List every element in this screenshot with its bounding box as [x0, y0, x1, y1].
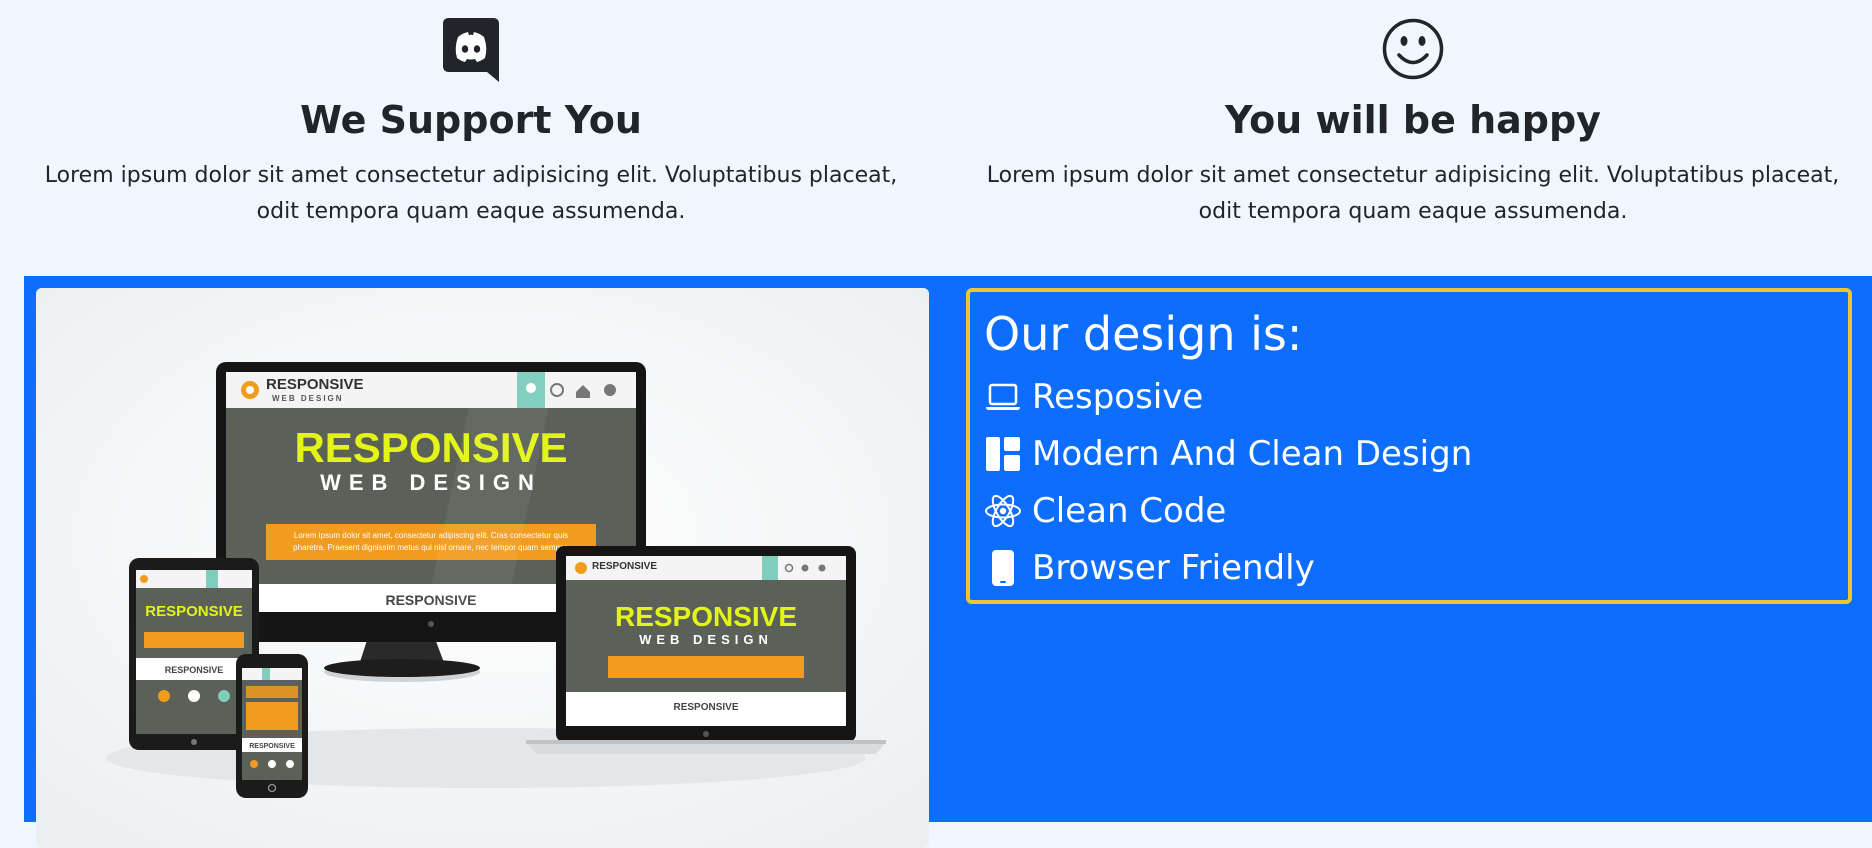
design-item-label: Browser Friendly [1032, 547, 1315, 588]
phone-section-text: RESPONSIVE [249, 743, 295, 750]
banner-line-2: pharetra. Praesent dignissim metus qui n… [293, 543, 569, 552]
tablet-section-text: RESPONSIVE [165, 665, 224, 675]
list-item: Modern And Clean Design [984, 425, 1848, 482]
laptop-headline-text: RESPONSIVE [615, 601, 797, 632]
design-list: Resposive Modern And Clean Design Clean … [984, 368, 1848, 596]
design-item-label: Resposive [1032, 376, 1204, 417]
laptop-section-text: RESPONSIVE [673, 702, 738, 713]
laptop-subheadline-text: WEB DESIGN [639, 632, 773, 647]
laptop-device: RESPONSIVE RESPONSIVE WEB DESIGN RESPONS… [526, 546, 886, 754]
layout-icon [984, 435, 1022, 473]
feature-support: We Support You Lorem ipsum dolor sit ame… [0, 18, 942, 230]
phone-icon [984, 549, 1022, 587]
feature-text: Lorem ipsum dolor sit amet consectetur a… [44, 163, 898, 224]
brand-sub-text: WEB DESIGN [272, 394, 344, 403]
design-item-label: Modern And Clean Design [1032, 433, 1473, 474]
tablet-headline-text: RESPONSIVE [145, 603, 243, 620]
feature-happy: You will be happy Lorem ipsum dolor sit … [942, 18, 1872, 230]
list-item: Resposive [984, 368, 1848, 425]
react-atom-icon [984, 492, 1022, 530]
feature-title: We Support You [300, 98, 642, 142]
feature-text: Lorem ipsum dolor sit amet consectetur a… [986, 163, 1840, 224]
laptop-brand-text: RESPONSIVE [592, 561, 657, 572]
design-item-label: Clean Code [1032, 490, 1227, 531]
feature-title: You will be happy [1225, 98, 1601, 142]
list-item: Clean Code [984, 482, 1848, 539]
phone-device: RESPONSIVE [236, 654, 308, 798]
design-features-box: Our design is: Resposive Modern And Clea… [966, 288, 1852, 604]
responsive-devices-image: RESPONSIVE WEB DESIGN RESPONSIVE WEB DES… [36, 288, 929, 848]
banner-line-1: Lorem ipsum dolor sit amet, consectetur … [294, 531, 568, 540]
features-section: We Support You Lorem ipsum dolor sit ame… [0, 0, 1872, 276]
brand-text: RESPONSIVE [266, 376, 364, 393]
discord-icon [0, 18, 942, 82]
list-item: Browser Friendly [984, 539, 1848, 596]
smiley-icon [942, 18, 1872, 82]
laptop-icon [984, 378, 1022, 416]
design-section: RESPONSIVE WEB DESIGN RESPONSIVE WEB DES… [24, 276, 1872, 848]
design-heading: Our design is: [984, 307, 1303, 361]
